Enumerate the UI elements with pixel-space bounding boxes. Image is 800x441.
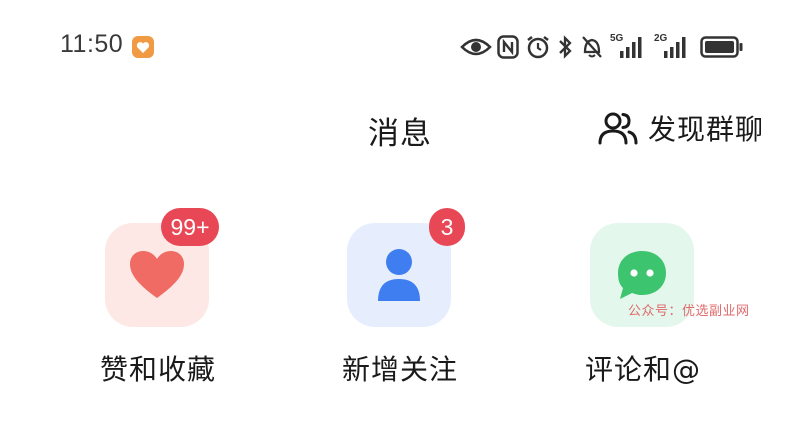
watermark-text: 公众号：优选副业网	[628, 304, 750, 319]
mute-icon	[582, 36, 602, 58]
status-bar: 11:50 5G 2G	[0, 0, 800, 92]
header: 消息 发现群聊	[0, 92, 800, 172]
followers-badge: 3	[429, 208, 465, 246]
new-followers-entry[interactable]: 3 新增关注	[290, 208, 510, 400]
chat-bubble-icon	[618, 251, 666, 299]
likes-and-favorites-entry[interactable]: 99+ 赞和收藏	[48, 208, 268, 400]
app-notification-icon	[132, 36, 154, 58]
signal-5g-icon	[620, 37, 642, 58]
likes-and-favorites-label: 赞和收藏	[99, 353, 216, 386]
group-users-icon	[598, 112, 638, 145]
status-time: 11:50	[60, 30, 124, 58]
person-icon	[378, 249, 420, 301]
signal-2g-icon	[664, 37, 686, 58]
discover-group-chat-button[interactable]: 发现群聊	[598, 108, 764, 148]
alarm-icon	[527, 36, 549, 59]
bluetooth-icon	[559, 35, 572, 59]
heart-icon	[130, 251, 184, 298]
nfc-icon	[497, 35, 519, 59]
likes-badge: 99+	[161, 208, 219, 246]
eye-icon	[460, 38, 492, 56]
discover-group-chat-label: 发现群聊	[647, 113, 764, 146]
comments-and-mentions-label: 评论和@	[584, 353, 701, 386]
new-followers-label: 新增关注	[341, 353, 458, 386]
battery-icon	[700, 36, 743, 58]
messages-page: 11:50 5G 2G 消息 发现群聊 99+ 赞和收藏 3 新增关注 评论和@…	[0, 0, 800, 441]
